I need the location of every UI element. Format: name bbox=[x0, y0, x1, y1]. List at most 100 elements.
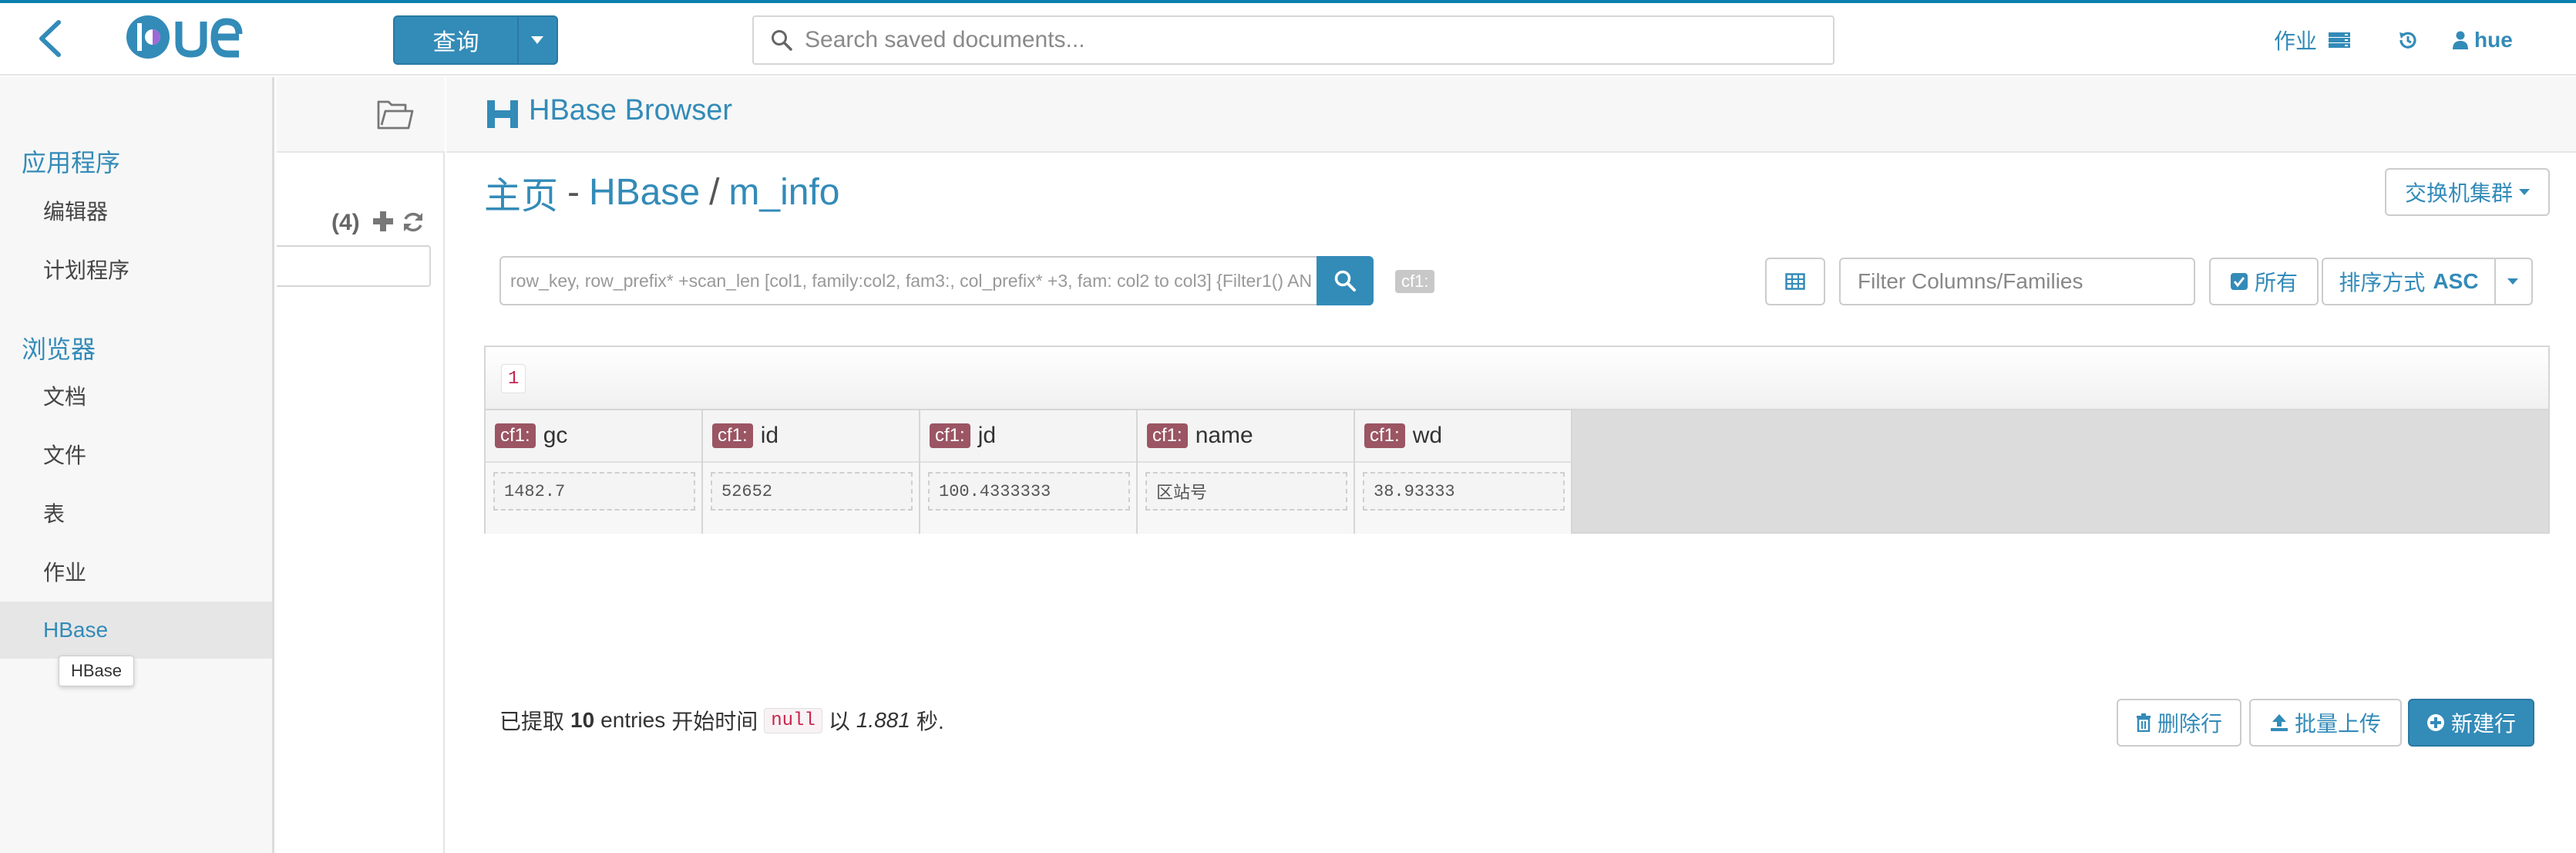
sidebar-item-scheduler[interactable]: 计划程序 bbox=[0, 241, 272, 298]
delete-rows-button[interactable]: 删除行 bbox=[2117, 699, 2241, 747]
search-input[interactable] bbox=[805, 27, 1807, 53]
column-name: jd bbox=[977, 423, 997, 448]
back-button[interactable] bbox=[31, 17, 69, 60]
new-row-button[interactable]: 新建行 bbox=[2408, 699, 2534, 747]
column-header[interactable]: cf1: name bbox=[1138, 410, 1354, 463]
trash-icon bbox=[2136, 713, 2151, 732]
refresh-button[interactable] bbox=[401, 210, 425, 234]
bulk-upload-label: 批量上传 bbox=[2294, 712, 2381, 736]
server-icon bbox=[2329, 32, 2351, 48]
row-query-input[interactable] bbox=[510, 270, 1312, 292]
refresh-icon bbox=[404, 212, 422, 232]
user-menu[interactable]: hue bbox=[2453, 23, 2513, 57]
cell-value[interactable]: 区站号 bbox=[1145, 472, 1347, 511]
cell-value[interactable]: 38.93333 bbox=[1363, 472, 1565, 511]
sort-dropdown-toggle[interactable] bbox=[2494, 258, 2533, 305]
select-all-button[interactable]: 所有 bbox=[2209, 258, 2319, 305]
app-header bbox=[446, 77, 2576, 153]
history-button[interactable] bbox=[2393, 25, 2423, 56]
checkbox-checked-icon bbox=[2230, 273, 2248, 290]
breadcrumb: 主页 - HBase / m_info bbox=[484, 165, 840, 219]
app-title: HBase Browser bbox=[529, 94, 732, 126]
add-table-button[interactable] bbox=[372, 210, 395, 233]
cell-value[interactable]: 52652 bbox=[711, 472, 913, 511]
grid-view-button[interactable] bbox=[1765, 258, 1825, 305]
sidebar-item-documents[interactable]: 文档 bbox=[0, 367, 272, 424]
query-button[interactable]: 查询 bbox=[395, 17, 519, 63]
column-id: cf1: id 52652 bbox=[703, 410, 920, 534]
entries-label: entries bbox=[600, 708, 666, 732]
hbase-icon bbox=[487, 100, 518, 128]
select-all-label: 所有 bbox=[2254, 271, 2298, 295]
sidebar-item-editor[interactable]: 编辑器 bbox=[0, 182, 272, 239]
column-name: id bbox=[760, 423, 779, 448]
column-family-tag: cf1: bbox=[1364, 423, 1405, 448]
sort-button[interactable]: 排序方式 ASC bbox=[2322, 258, 2496, 305]
column-name: cf1: name 区站号 bbox=[1138, 410, 1355, 534]
column-name: wd bbox=[1412, 423, 1443, 448]
delete-rows-label: 删除行 bbox=[2157, 712, 2222, 736]
assist-panel bbox=[277, 77, 445, 853]
user-icon bbox=[2453, 31, 2468, 49]
hue-logo-icon bbox=[126, 15, 243, 59]
start-value: null bbox=[764, 707, 822, 733]
sidebar-section-browsers: 浏览器 bbox=[22, 335, 96, 363]
row-search-button[interactable] bbox=[1317, 256, 1374, 305]
row-key-tag[interactable]: 1 bbox=[501, 364, 526, 393]
column-family-tag: cf1: bbox=[495, 423, 536, 448]
sidebar-section-apps: 应用程序 bbox=[22, 149, 121, 177]
sidebar-item-hbase[interactable]: HBase bbox=[0, 602, 272, 659]
column-jd: cf1: jd 100.4333333 bbox=[920, 410, 1138, 534]
caret-down-icon bbox=[2519, 189, 2530, 195]
column-header[interactable]: cf1: id bbox=[703, 410, 919, 463]
breadcrumb-hbase[interactable]: HBase bbox=[589, 171, 700, 214]
hbase-logo bbox=[486, 99, 520, 130]
column-name: name bbox=[1195, 423, 1253, 448]
seconds-label: 秒. bbox=[916, 710, 944, 733]
start-label: 开始时间 bbox=[671, 710, 758, 733]
bulk-upload-button[interactable]: 批量上传 bbox=[2249, 699, 2402, 747]
folder-button[interactable] bbox=[376, 99, 415, 131]
search-icon bbox=[772, 30, 792, 51]
breadcrumb-dash: - bbox=[567, 171, 580, 213]
column-family-tag: cf1: bbox=[712, 423, 753, 448]
user-label: hue bbox=[2474, 28, 2513, 52]
sidebar-item-tables[interactable]: 表 bbox=[0, 484, 272, 541]
row-header-strip bbox=[484, 346, 2550, 410]
sort-label: 排序方式 bbox=[2339, 271, 2426, 295]
cell-value[interactable]: 100.4333333 bbox=[928, 472, 1130, 511]
column-family-hint[interactable]: cf1: bbox=[1395, 270, 1435, 293]
fetched-prefix: 已提取 bbox=[499, 710, 565, 733]
fetched-count: 10 bbox=[570, 708, 595, 732]
jobs-label: 作业 bbox=[2274, 29, 2318, 53]
breadcrumb-table[interactable]: m_info bbox=[728, 171, 839, 214]
column-header[interactable]: cf1: wd bbox=[1355, 410, 1571, 463]
fetch-status: 已提取 10 entries 开始时间 null 以 1.881 秒. bbox=[499, 705, 944, 736]
column-family-tag: cf1: bbox=[930, 423, 970, 448]
column-family-tag: cf1: bbox=[1147, 423, 1188, 448]
caret-down-icon bbox=[531, 36, 544, 44]
assist-panel-header bbox=[277, 77, 445, 153]
column-wd: cf1: wd 38.93333 bbox=[1355, 410, 1572, 534]
switch-cluster-button[interactable]: 交换机集群 bbox=[2385, 168, 2550, 216]
hbase-tooltip: HBase bbox=[59, 656, 134, 686]
column-header[interactable]: cf1: gc bbox=[486, 410, 701, 463]
global-search bbox=[752, 15, 1834, 65]
hue-logo[interactable] bbox=[123, 12, 277, 62]
sort-order: ASC bbox=[2433, 269, 2479, 293]
query-dropdown-toggle[interactable] bbox=[519, 17, 557, 63]
filter-columns-field bbox=[1839, 258, 2195, 305]
assist-filter-input[interactable] bbox=[277, 245, 431, 287]
caret-down-icon bbox=[2507, 278, 2518, 285]
breadcrumb-home[interactable]: 主页 bbox=[484, 165, 558, 219]
sidebar-item-jobs[interactable]: 作业 bbox=[0, 543, 272, 600]
jobs-link[interactable]: 作业 bbox=[2274, 23, 2351, 57]
filter-columns-input[interactable] bbox=[1858, 269, 2181, 294]
column-header[interactable]: cf1: jd bbox=[920, 410, 1136, 463]
table-count: (4) bbox=[331, 210, 360, 235]
cell-value[interactable]: 1482.7 bbox=[493, 472, 695, 511]
plus-circle-icon bbox=[2426, 714, 2444, 731]
table-icon bbox=[1785, 273, 1805, 290]
sidebar-item-files[interactable]: 文件 bbox=[0, 426, 272, 483]
search-icon bbox=[1334, 270, 1356, 292]
